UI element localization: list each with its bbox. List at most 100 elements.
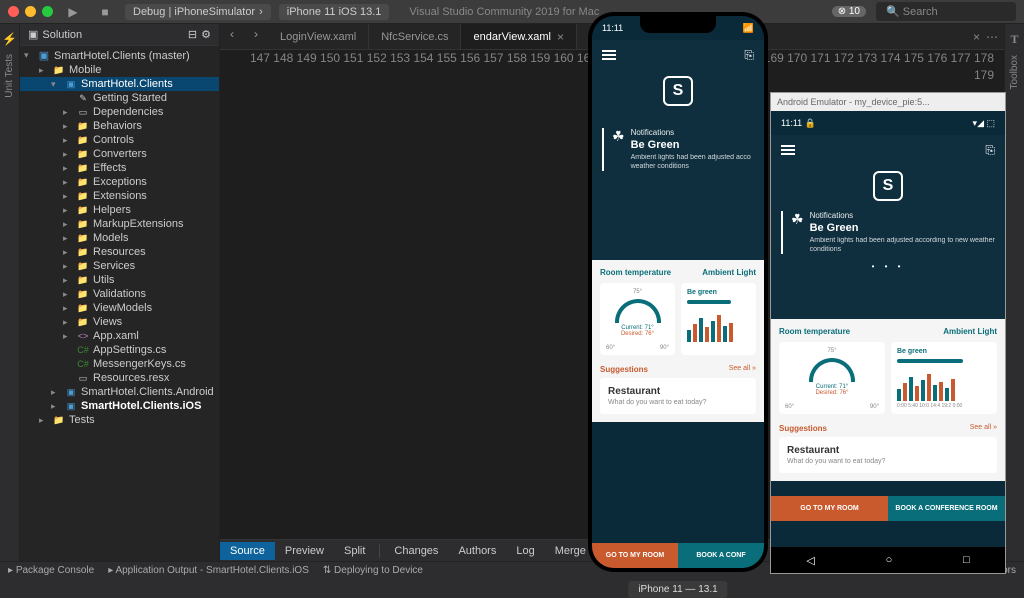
changes-tab[interactable]: Changes (384, 542, 448, 560)
hamburger-icon[interactable] (602, 50, 616, 60)
bolt-icon[interactable]: ⚡ (2, 32, 17, 46)
hamburger-icon[interactable] (781, 145, 795, 155)
tree-item[interactable]: C#MessengerKeys.cs (20, 357, 219, 371)
tree-item[interactable]: ▸▭Dependencies (20, 105, 219, 119)
tree-item[interactable]: ▸📁Utils (20, 273, 219, 287)
notification-card[interactable]: ☘ Notifications Be Green Ambient lights … (781, 211, 995, 254)
search-input[interactable]: 🔍 Search (876, 2, 1016, 21)
notif-heading: Be Green (631, 139, 754, 151)
debug-label: Debug | iPhoneSimulator (133, 6, 255, 18)
tree-item[interactable]: ▸📁Behaviors (20, 119, 219, 133)
chevron-right-icon: › (259, 6, 263, 18)
tree-item[interactable]: ▸📁Exceptions (20, 175, 219, 189)
notif-title: Notifications (810, 211, 995, 220)
iphone-notch (640, 16, 716, 33)
app-output[interactable]: ▸ Application Output - SmartHotel.Client… (108, 565, 309, 576)
run-button[interactable]: ▶ (61, 2, 85, 22)
app-title: Visual Studio Community 2019 for Mac (409, 6, 599, 18)
log-tab[interactable]: Log (506, 542, 544, 560)
toolbox-tab[interactable]: Toolbox (1009, 55, 1020, 89)
tree-item[interactable]: ▸📁Validations (20, 287, 219, 301)
error-badge[interactable]: ⊗ 10 (832, 6, 866, 17)
iphone-simulator: 11:11 📶 ⎘ S ☘ Notifications Be Green Amb… (588, 12, 768, 572)
tree-item[interactable]: ▸📁Helpers (20, 203, 219, 217)
see-all-link[interactable]: See all » (729, 365, 756, 374)
solution-panel: ▣ Solution ⊟ ⚙ ▾▣ SmartHotel.Clients (ma… (20, 24, 220, 561)
restaurant-card[interactable]: Restaurant What do you want to eat today… (600, 378, 756, 414)
package-console[interactable]: ▸ Package Console (8, 565, 94, 576)
editor-tab[interactable]: LoginView.xaml (268, 24, 369, 49)
see-all-link[interactable]: See all » (970, 424, 997, 433)
restaurant-sub: What do you want to eat today? (787, 458, 989, 465)
solution-header: ▣ Solution ⊟ ⚙ (20, 24, 219, 46)
ambient-light-label: Ambient Light (702, 268, 756, 277)
suggestions-label: Suggestions (779, 424, 827, 433)
my-room-button[interactable]: GO TO MY ROOM (771, 496, 888, 521)
android-back-icon[interactable]: ◁ (806, 554, 814, 567)
editor-tab[interactable]: NfcService.cs (369, 24, 461, 49)
preview-tab[interactable]: Preview (275, 542, 334, 560)
tree-item[interactable]: ▸📁Controls (20, 133, 219, 147)
deploying-status: ⇅ Deploying to Device (323, 565, 423, 576)
tree-item[interactable]: ▸📁Models (20, 231, 219, 245)
editor-tab[interactable]: endarView.xaml× (461, 24, 576, 49)
tree-item[interactable]: ▸📁Effects (20, 161, 219, 175)
app-logo: S (873, 171, 903, 201)
tree-item[interactable]: ▾▣SmartHotel.Clients (20, 77, 219, 91)
unit-tests-tab[interactable]: Unit Tests (4, 54, 15, 98)
ambient-gauge[interactable]: Be green (681, 283, 756, 355)
tree-item[interactable]: ▸📁Views (20, 315, 219, 329)
nfc-icon[interactable]: ⎘ (985, 143, 995, 158)
tree-item[interactable]: ▸📁Resources (20, 245, 219, 259)
close-dot[interactable] (8, 6, 19, 17)
tab-nav-fwd[interactable]: › (244, 24, 268, 44)
tree-item[interactable]: ▸▣SmartHotel.Clients.Android (20, 385, 219, 399)
ambient-gauge[interactable]: Be green 0:00 5:40 10:0 14:4 19:2 0:00 (891, 342, 997, 414)
tab-close-icon[interactable]: × (973, 30, 980, 44)
tree-item[interactable]: ▸📁Mobile (20, 63, 219, 77)
debug-target[interactable]: Debug | iPhoneSimulator › (125, 4, 271, 20)
tree-item[interactable]: ▸📁Services (20, 259, 219, 273)
tree-item[interactable]: ▸<>App.xaml (20, 329, 219, 343)
solution-tree: ▾▣ SmartHotel.Clients (master) ▸📁Mobile▾… (20, 46, 219, 429)
notification-card[interactable]: ☘ Notifications Be Green Ambient lights … (602, 128, 754, 171)
authors-tab[interactable]: Authors (448, 542, 506, 560)
tree-item[interactable]: ▭Resources.resx (20, 371, 219, 385)
pager-dots[interactable]: • • • (781, 262, 995, 271)
text-icon[interactable]: T (1010, 32, 1018, 47)
device-target[interactable]: iPhone 11 iOS 13.1 (279, 4, 390, 20)
tree-item[interactable]: ▸📁Tests (20, 413, 219, 427)
restaurant-title: Restaurant (608, 386, 748, 397)
temperature-gauge[interactable]: 75° Current: 71° Desired: 76° 60° 90° (779, 342, 885, 414)
tab-nav-back[interactable]: ‹ (220, 24, 244, 44)
zoom-dot[interactable] (42, 6, 53, 17)
temperature-gauge[interactable]: 75° Current: 71° Desired: 76° 60° 90° (600, 283, 675, 355)
stop-button[interactable]: ■ (93, 2, 117, 22)
tree-item[interactable]: C#AppSettings.cs (20, 343, 219, 357)
tab-more-icon[interactable]: ⋯ (986, 30, 998, 44)
notif-heading: Be Green (810, 222, 995, 234)
tree-item[interactable]: ▸▣SmartHotel.Clients.iOS (20, 399, 219, 413)
tree-item[interactable]: ✎Getting Started (20, 91, 219, 105)
my-room-button[interactable]: GO TO MY ROOM (592, 543, 678, 568)
book-conf-button[interactable]: BOOK A CONF (678, 543, 764, 568)
tree-item[interactable]: ▸📁MarkupExtensions (20, 217, 219, 231)
collapse-icon[interactable]: ⊟ (188, 28, 197, 41)
source-tab[interactable]: Source (220, 542, 275, 560)
tree-item[interactable]: ▸📁ViewModels (20, 301, 219, 315)
tree-item[interactable]: ▸📁Extensions (20, 189, 219, 203)
book-conf-button[interactable]: BOOK A CONFERENCE ROOM (888, 496, 1005, 521)
tab-close-icon[interactable]: × (557, 30, 564, 44)
tree-item[interactable]: ▸📁Converters (20, 147, 219, 161)
minimize-dot[interactable] (25, 6, 36, 17)
settings-icon[interactable]: ⚙ (201, 28, 211, 41)
android-recent-icon[interactable]: □ (963, 554, 970, 566)
android-home-icon[interactable]: ○ (886, 554, 893, 566)
nfc-icon[interactable]: ⎘ (744, 48, 754, 63)
restaurant-card[interactable]: Restaurant What do you want to eat today… (779, 437, 997, 473)
leaf-icon: ☘ (612, 128, 625, 145)
solution-root[interactable]: ▾▣ SmartHotel.Clients (master) (20, 48, 219, 63)
android-time: 11:11 🔒 (781, 118, 816, 129)
app-logo: S (663, 76, 693, 106)
split-tab[interactable]: Split (334, 542, 375, 560)
